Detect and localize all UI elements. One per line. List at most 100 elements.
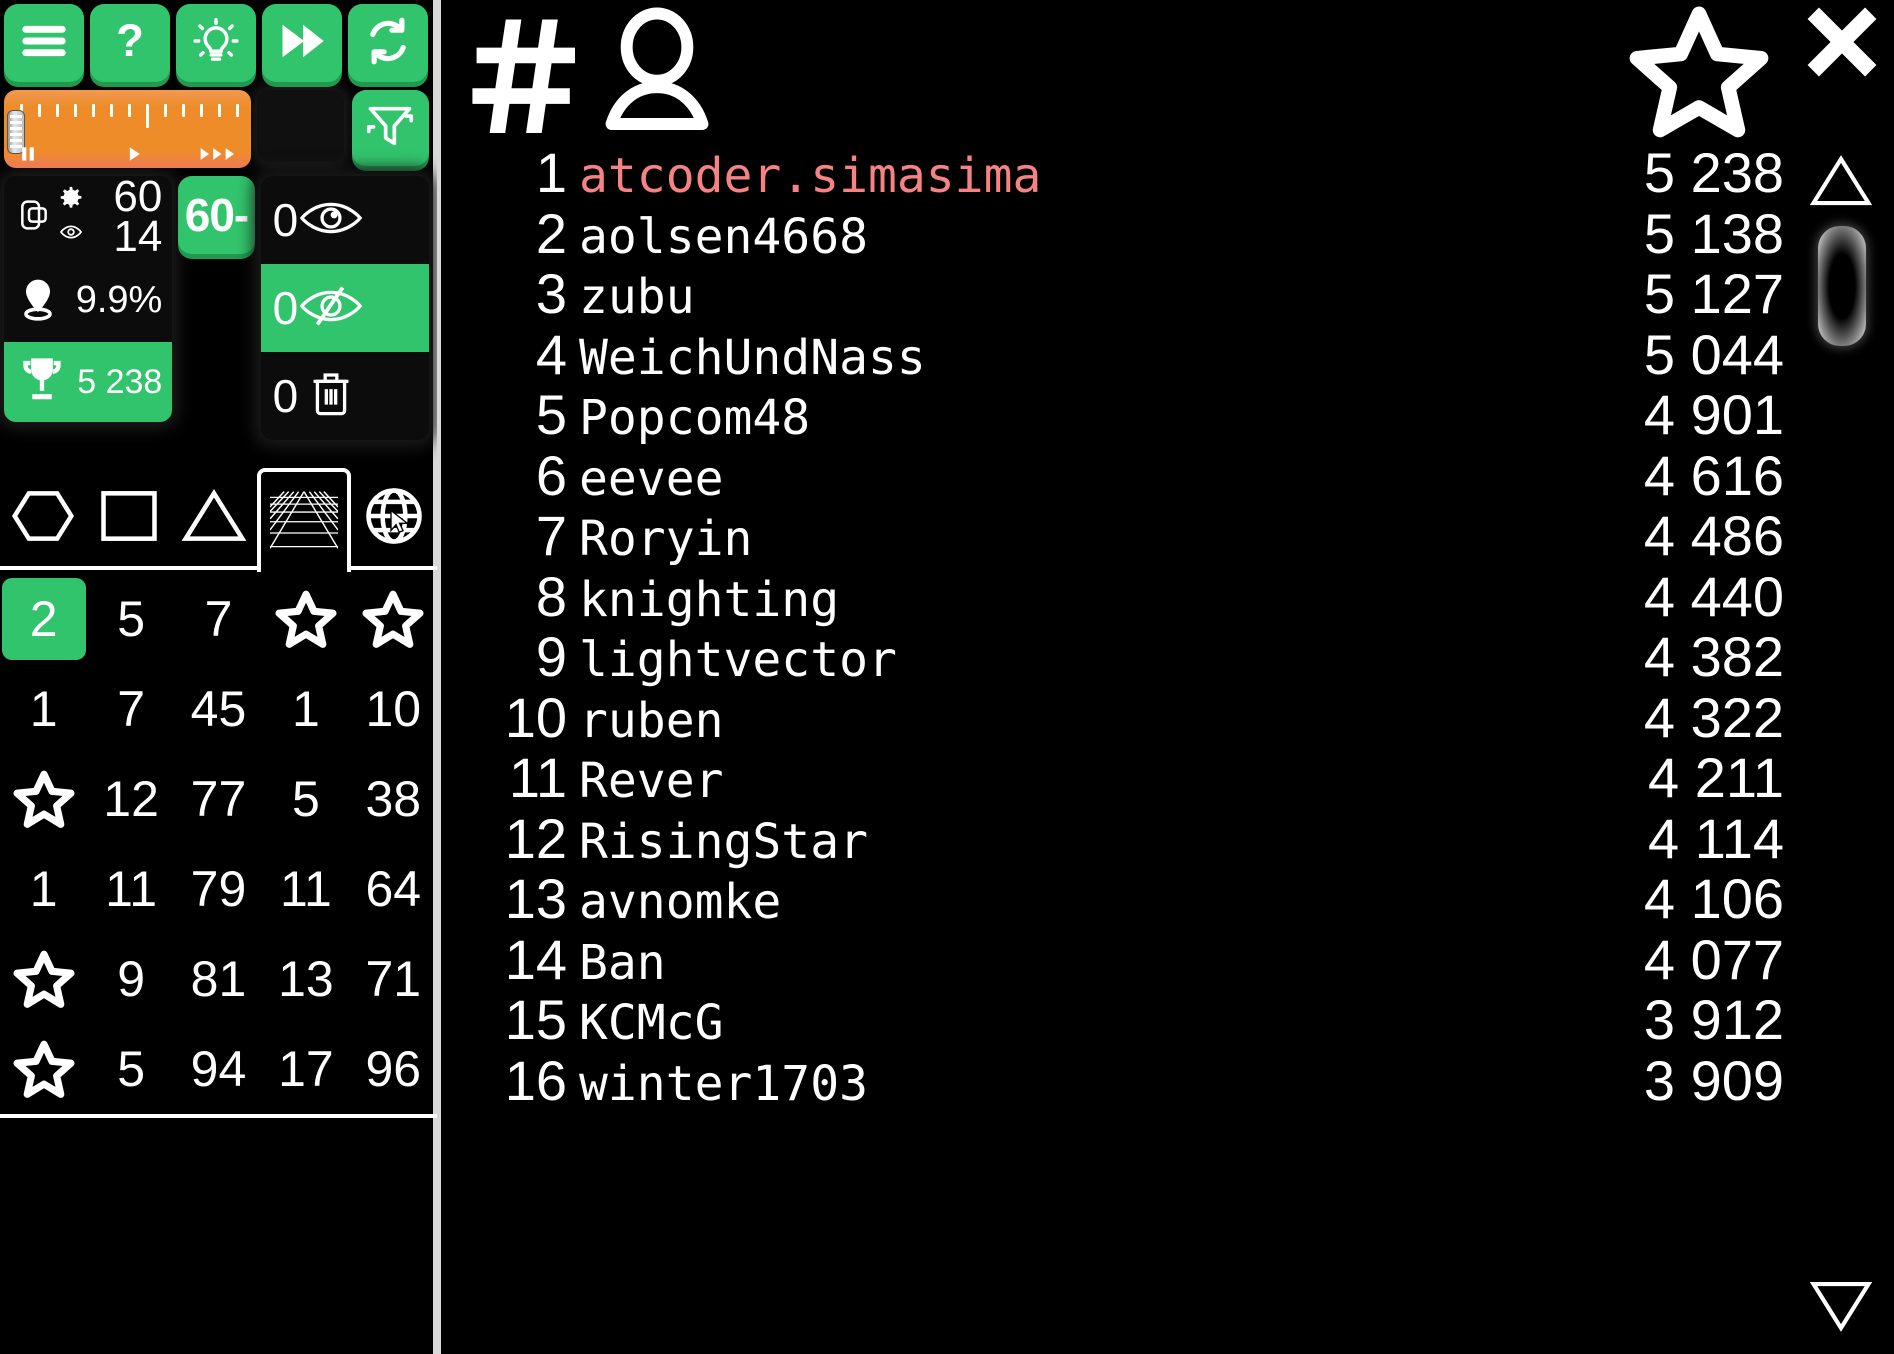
svg-text:?: ? xyxy=(116,15,144,66)
triangle-up-icon[interactable] xyxy=(1804,148,1878,219)
triangle-down-icon[interactable] xyxy=(1804,1273,1878,1344)
tab-square[interactable] xyxy=(86,468,172,568)
player-name: eevee xyxy=(579,450,724,507)
grid-number-cell[interactable]: 81 xyxy=(175,934,262,1024)
grid-number-cell[interactable]: 13 xyxy=(262,934,349,1024)
grid-number-cell[interactable]: 2 xyxy=(1,578,86,660)
leaderboard-row[interactable]: 1 atcoder.simasima 5 238 xyxy=(437,145,1894,206)
grid-star-icon[interactable] xyxy=(0,754,87,844)
hidden-count: 0 xyxy=(272,282,299,334)
grid-number-cell[interactable]: 7 xyxy=(175,574,262,664)
tab-triangle[interactable] xyxy=(172,468,258,568)
deleted-count-row[interactable]: 0 xyxy=(261,352,429,440)
hint-button[interactable] xyxy=(176,4,256,82)
sixty-minus-button[interactable]: 60- xyxy=(178,176,255,254)
rank-number: 7 xyxy=(535,504,567,567)
grid-number-cell[interactable]: 77 xyxy=(175,754,262,844)
rank-number: 1 xyxy=(535,141,567,204)
leaderboard-row[interactable]: 9 lightvector 4 382 xyxy=(437,629,1894,690)
grid-number-cell[interactable]: 94 xyxy=(175,1024,262,1114)
grid-number-cell[interactable]: 5 xyxy=(262,754,349,844)
leaderboard-row[interactable]: 6 eevee 4 616 xyxy=(437,447,1894,509)
tab-globe[interactable] xyxy=(351,468,437,568)
top-toolbar: ? xyxy=(0,0,433,82)
stats-card: 60 14 9.9% 5 238 xyxy=(4,176,173,422)
grid-number-cell[interactable]: 64 xyxy=(350,844,437,934)
grid-number-cell[interactable]: 5 xyxy=(87,574,174,664)
stats-counts: 60 14 xyxy=(4,176,172,259)
player-name: zubu xyxy=(579,269,695,325)
grid-bottom-divider xyxy=(0,1114,437,1118)
leaderboard-row[interactable]: 2 aolsen4668 5 138 xyxy=(437,201,1894,267)
grid-number-cell[interactable]: 7 xyxy=(87,664,174,754)
grid-number-cell[interactable]: 11 xyxy=(87,844,174,934)
visible-count-row[interactable]: 0 xyxy=(261,176,429,264)
leaderboard-row[interactable]: 12 RisingStar 4 114 xyxy=(437,810,1894,872)
grid-number-cell[interactable]: 1 xyxy=(262,664,349,754)
fast-forward-icon xyxy=(276,15,328,72)
stats-location: 9.9% xyxy=(4,258,172,342)
grid-number-cell[interactable]: 38 xyxy=(350,754,437,844)
grid-number-cell[interactable]: 5 xyxy=(87,1024,174,1114)
hidden-count-row[interactable]: 0 xyxy=(260,264,429,352)
player-name: knighting xyxy=(579,571,840,628)
slider-ticks xyxy=(12,104,245,128)
player-name: aolsen4668 xyxy=(579,208,868,265)
grid-number-cell[interactable]: 17 xyxy=(262,1024,349,1114)
grid-number-cell[interactable]: 79 xyxy=(175,844,262,934)
player-name: Rever xyxy=(579,753,724,809)
visibility-column: 0 0 0 xyxy=(260,176,429,440)
leaderboard-row[interactable]: 7 Roryin 4 486 xyxy=(437,508,1894,569)
grid-number-cell[interactable]: 10 xyxy=(350,664,437,754)
leaderboard-row[interactable]: 13 avnomke 4 106 xyxy=(437,871,1894,932)
gear-icon xyxy=(56,185,86,220)
leaderboard-row[interactable]: 16 winter1703 3 909 xyxy=(437,1052,1894,1114)
leaderboard-row[interactable]: 3 zubu 5 127 xyxy=(437,266,1894,327)
grid-star-icon[interactable] xyxy=(262,574,349,664)
fast-forward-button[interactable] xyxy=(262,4,342,82)
layers-icon xyxy=(14,195,54,240)
grid-number-cell[interactable]: 96 xyxy=(350,1024,437,1114)
leaderboard-row[interactable]: 11 Rever 4 211 xyxy=(437,750,1894,811)
grid-number-cell[interactable]: 11 xyxy=(262,844,349,934)
filter-button[interactable] xyxy=(351,90,429,166)
grid-number-cell[interactable]: 45 xyxy=(175,664,262,754)
grid-number-cell[interactable]: 12 xyxy=(87,754,174,844)
tab-hexagon[interactable] xyxy=(0,468,86,568)
trophy-card[interactable]: 5 238 xyxy=(4,342,173,422)
trash-icon xyxy=(298,368,364,425)
stats-row: 60 14 9.9% 5 238 60- 0 0 0 xyxy=(0,168,433,440)
leaderboard-row[interactable]: 4 WeichUndNass 5 044 xyxy=(437,326,1894,388)
scrollbar-thumb[interactable] xyxy=(1818,226,1866,346)
tab-grid[interactable] xyxy=(257,468,352,572)
grid-star-icon[interactable] xyxy=(0,934,87,1024)
eye-icon xyxy=(298,192,364,249)
eye-off-icon xyxy=(298,280,364,337)
help-button[interactable]: ? xyxy=(90,4,170,82)
rank-number: 11 xyxy=(508,746,567,809)
grid-star-icon[interactable] xyxy=(0,1024,87,1114)
rank-number: 2 xyxy=(535,201,567,265)
leaderboard-row[interactable]: 14 Ban 4 077 xyxy=(437,931,1894,993)
speed-slider[interactable] xyxy=(4,90,251,168)
left-control-panel: ? 60 14 9.9% 5 238 60- 0 0 0 2 5 7 1 7 4… xyxy=(0,0,437,1354)
star-outline-icon[interactable] xyxy=(1626,0,1772,149)
leaderboard-row[interactable]: 10 ruben 4 322 xyxy=(437,689,1894,751)
slider-controls xyxy=(4,142,251,164)
percent-value: 9.9% xyxy=(75,278,163,321)
grid-star-icon[interactable] xyxy=(350,574,437,664)
grid-number-cell[interactable]: 9 xyxy=(87,934,174,1024)
restart-button[interactable] xyxy=(348,4,428,82)
close-x-icon[interactable] xyxy=(1796,0,1888,93)
leaderboard-row[interactable]: 15 KCMcG 3 912 xyxy=(437,992,1894,1053)
grid-number-cell[interactable]: 71 xyxy=(350,934,437,1024)
player-name: avnomke xyxy=(579,874,782,930)
grid-number-cell[interactable]: 1 xyxy=(0,664,87,754)
play-icon xyxy=(129,147,140,161)
player-name: atcoder.simasima xyxy=(579,148,1042,204)
grid-number-cell[interactable]: 1 xyxy=(0,844,87,934)
leaderboard-row[interactable]: 5 Popcom48 4 901 xyxy=(437,387,1894,448)
menu-button[interactable] xyxy=(4,4,84,82)
leaderboard-row[interactable]: 8 knighting 4 440 xyxy=(437,568,1894,630)
leaderboard-scrollbar[interactable] xyxy=(1796,148,1888,1350)
